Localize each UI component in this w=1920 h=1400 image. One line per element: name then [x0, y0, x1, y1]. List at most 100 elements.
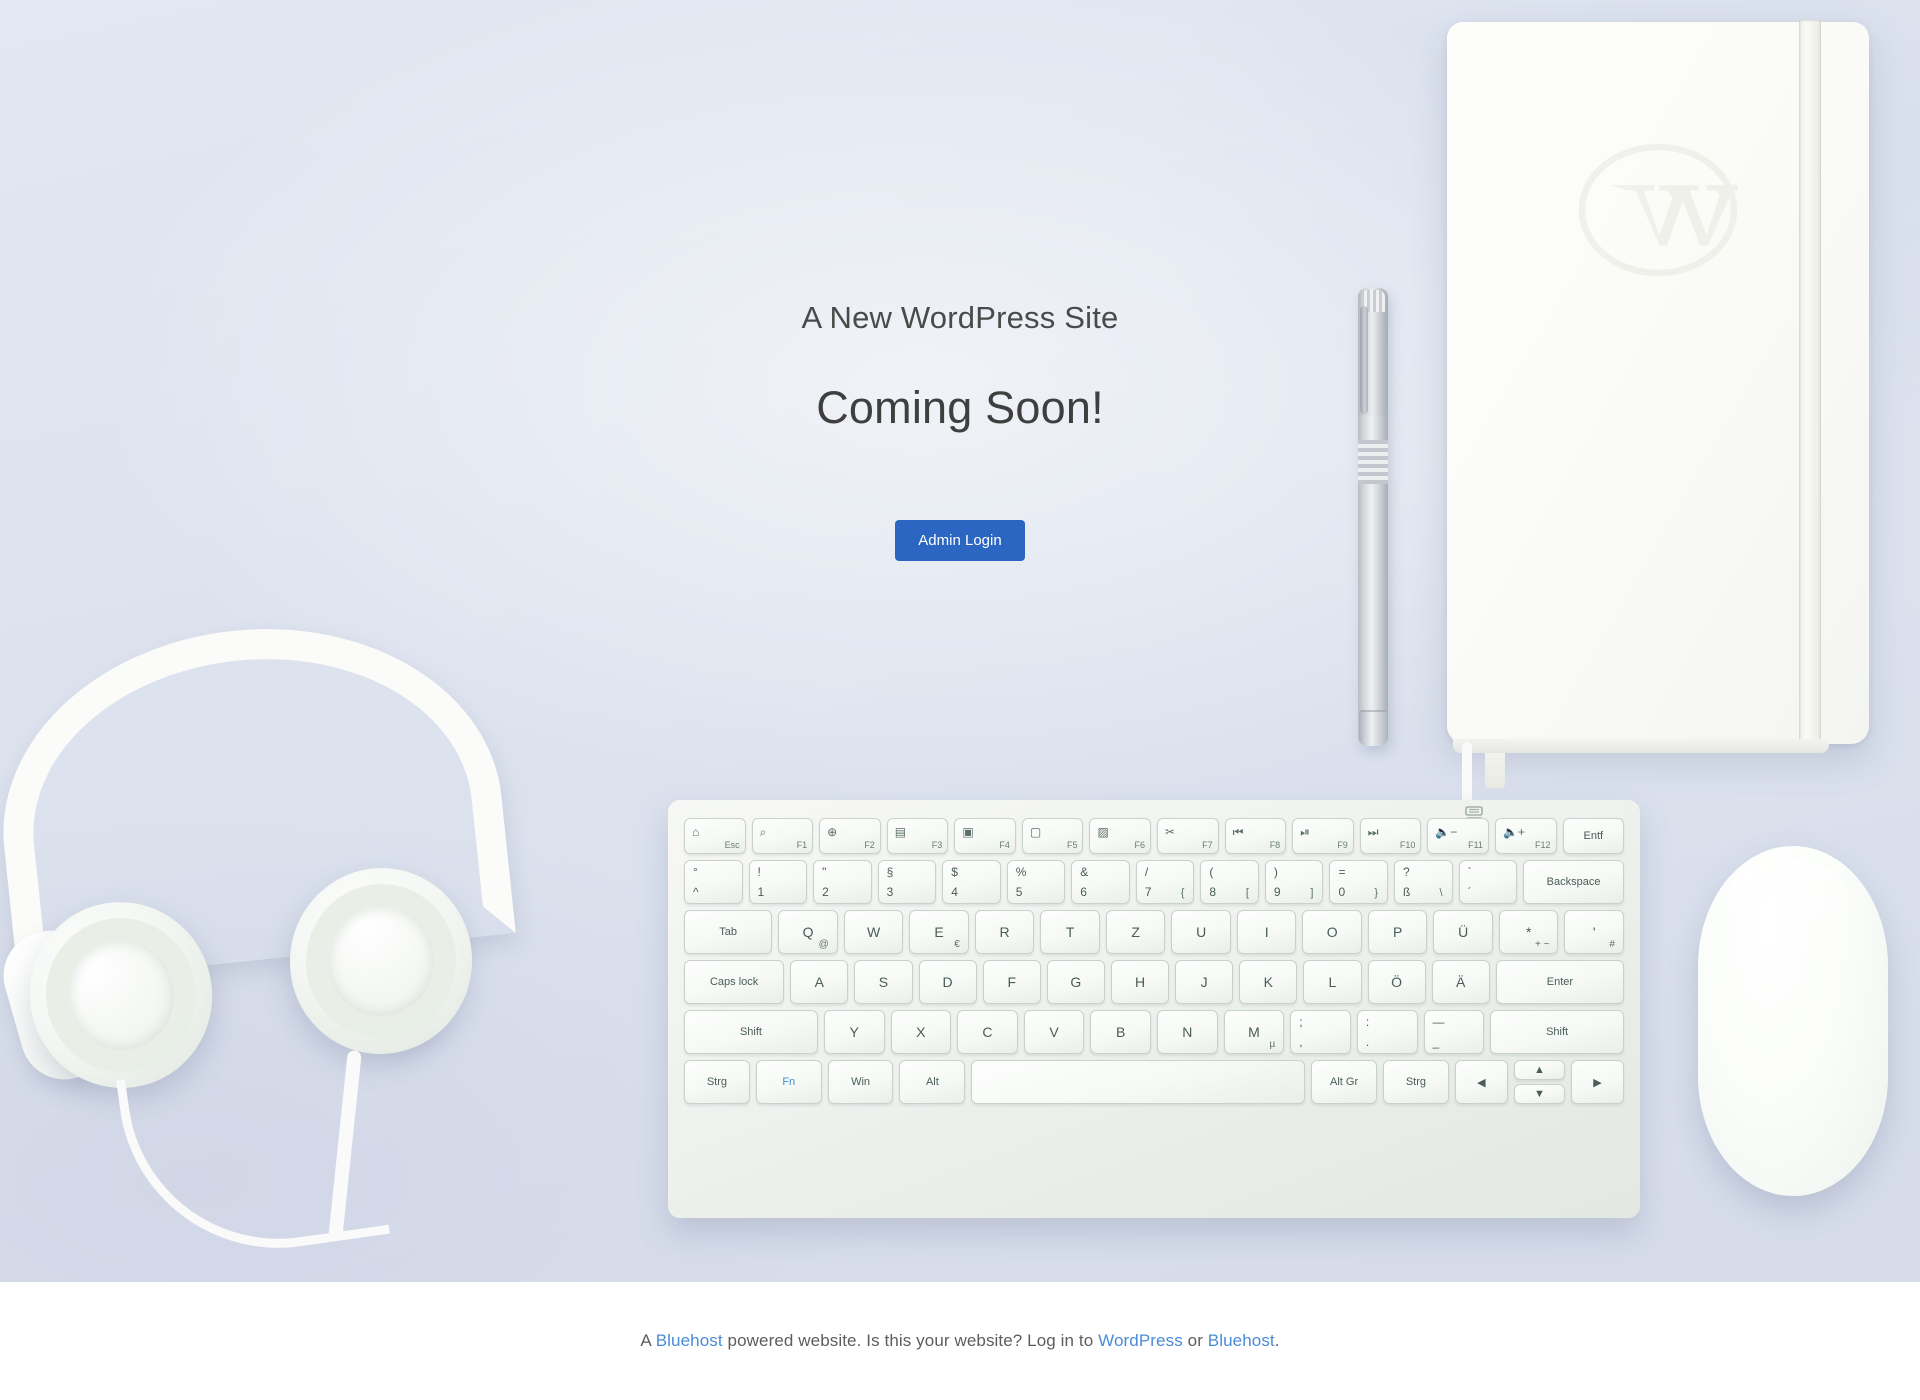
key-f8[interactable]: ⏮ F8: [1224, 818, 1287, 854]
key-strg-right[interactable]: Strg: [1383, 1060, 1449, 1104]
key-m[interactable]: M µ: [1223, 1010, 1285, 1054]
key-arrow-right[interactable]: ▶: [1570, 1060, 1625, 1104]
key-j[interactable]: J: [1175, 960, 1234, 1004]
key-f9[interactable]: ⏯ F9: [1292, 818, 1354, 854]
key-f11[interactable]: 🔈− F11: [1427, 818, 1489, 854]
key-o[interactable]: O: [1302, 910, 1362, 954]
key-l[interactable]: L: [1303, 960, 1362, 1004]
key-label: T: [1065, 924, 1075, 940]
footer-link-bluehost-1[interactable]: Bluehost: [656, 1331, 723, 1350]
key-f6[interactable]: ▨ F6: [1089, 818, 1152, 854]
key-8[interactable]: ( 8 [: [1200, 860, 1259, 904]
key-v[interactable]: V: [1023, 1010, 1085, 1054]
footer-suffix: .: [1274, 1331, 1280, 1350]
key-9[interactable]: ) 9 ]: [1264, 860, 1324, 904]
keyboard-home-row: Caps lock A S D F G H J K L Ö Ä Enter: [684, 960, 1625, 1004]
key-5[interactable]: % 5: [1006, 860, 1066, 904]
key-alt-gr[interactable]: Alt Gr: [1311, 1060, 1378, 1104]
footer-link-bluehost-2[interactable]: Bluehost: [1208, 1331, 1275, 1350]
key-d[interactable]: D: [918, 960, 977, 1004]
key-label: Alt: [925, 1076, 939, 1088]
key-r[interactable]: R: [974, 910, 1035, 954]
key-f5[interactable]: ▢ F5: [1021, 818, 1084, 854]
key-altgr-label: [: [1245, 887, 1249, 899]
key-top-label: —: [1432, 1015, 1445, 1029]
key-x[interactable]: X: [890, 1010, 952, 1054]
key-label: H: [1134, 974, 1146, 990]
key-arrow-down[interactable]: ▼: [1513, 1084, 1565, 1104]
key-a[interactable]: A: [790, 960, 849, 1004]
key-period[interactable]: : .: [1356, 1010, 1418, 1054]
key-bottom-label: 8: [1209, 885, 1217, 899]
key-h[interactable]: H: [1110, 960, 1170, 1004]
key-strg-left[interactable]: Strg: [684, 1060, 750, 1104]
key-bottom-label: 6: [1080, 885, 1087, 899]
key-f1[interactable]: ⌕ F1: [751, 818, 814, 854]
keyboard-function-row: ⌂ Esc ⌕ F1 ⊕ F2 ▤ F3 ▣ F4 ▢ F5 ▨ F6 ✂ F7…: [684, 818, 1625, 854]
notebook-bookmark: [1485, 740, 1505, 788]
key-aumlaut[interactable]: Ä: [1431, 960, 1490, 1004]
key-shift-right[interactable]: Shift: [1490, 1010, 1625, 1054]
key-f7[interactable]: ✂ F7: [1157, 818, 1219, 854]
key-4[interactable]: $ 4: [942, 860, 1001, 904]
key-b[interactable]: B: [1090, 1010, 1152, 1054]
key-f2[interactable]: ⊕ F2: [819, 818, 881, 854]
key-s[interactable]: S: [854, 960, 913, 1004]
key-label: R: [999, 924, 1010, 940]
key-comma[interactable]: ; ,: [1290, 1010, 1351, 1054]
keyboard-shift-row: Shift Y X C V B N M µ ; , : . — _ Shift: [684, 1010, 1625, 1054]
key-alt[interactable]: Alt: [899, 1060, 966, 1104]
key-f4[interactable]: ▣ F4: [954, 818, 1016, 854]
key-f10[interactable]: ⏭ F10: [1359, 818, 1422, 854]
key-fn[interactable]: Fn: [755, 1060, 822, 1104]
key-u[interactable]: U: [1171, 910, 1231, 954]
key-0[interactable]: = 0 }: [1329, 860, 1389, 904]
key-q[interactable]: Q @: [778, 910, 838, 954]
key-label: Fn: [782, 1076, 796, 1088]
key-7[interactable]: / 7 {: [1135, 860, 1195, 904]
key-f12[interactable]: 🔈+ F12: [1494, 818, 1557, 854]
key-arrow-up[interactable]: ▲: [1513, 1060, 1565, 1080]
key-backspace[interactable]: Backspace: [1523, 860, 1625, 904]
key-entf[interactable]: Entf: [1562, 818, 1625, 854]
key-z[interactable]: Z: [1105, 910, 1166, 954]
key-c[interactable]: C: [957, 1010, 1018, 1054]
key-tab[interactable]: Tab: [684, 910, 773, 954]
key-acute[interactable]: ` ´: [1458, 860, 1518, 904]
key-enter[interactable]: Enter: [1495, 960, 1625, 1004]
key-k[interactable]: K: [1239, 960, 1298, 1004]
key-f3[interactable]: ▤ F3: [886, 818, 949, 854]
key-label: F11: [1468, 840, 1483, 850]
key-space[interactable]: [971, 1060, 1306, 1104]
key-w[interactable]: W: [843, 910, 904, 954]
key-3[interactable]: § 3: [877, 860, 937, 904]
key-y[interactable]: Y: [823, 1010, 885, 1054]
key-esc[interactable]: ⌂ Esc: [684, 818, 746, 854]
key-caps-lock[interactable]: Caps lock: [684, 960, 785, 1004]
key-eszett[interactable]: ? ß \: [1394, 860, 1453, 904]
pen-tip: [1359, 710, 1387, 746]
key-uumlaut[interactable]: Ü: [1433, 910, 1493, 954]
key-dash[interactable]: — _: [1423, 1010, 1485, 1054]
key-plus[interactable]: * + ~: [1498, 910, 1559, 954]
key-1[interactable]: ! 1: [748, 860, 808, 904]
key-f[interactable]: F: [982, 960, 1041, 1004]
key-i[interactable]: I: [1236, 910, 1297, 954]
key-6[interactable]: & 6: [1071, 860, 1130, 904]
key-e[interactable]: E €: [909, 910, 969, 954]
key-oumlaut[interactable]: Ö: [1367, 960, 1426, 1004]
arrow-left-icon: ◀: [1477, 1076, 1486, 1089]
key-circ[interactable]: ° ^: [684, 860, 743, 904]
admin-login-button[interactable]: Admin Login: [895, 520, 1025, 561]
key-g[interactable]: G: [1046, 960, 1105, 1004]
key-p[interactable]: P: [1367, 910, 1428, 954]
key-t[interactable]: T: [1040, 910, 1100, 954]
key-arrow-left[interactable]: ◀: [1454, 1060, 1508, 1104]
key-label: F2: [864, 840, 875, 850]
key-win[interactable]: Win: [827, 1060, 894, 1104]
key-2[interactable]: " 2: [813, 860, 872, 904]
key-hash[interactable]: ' #: [1564, 910, 1624, 954]
key-n[interactable]: N: [1157, 1010, 1218, 1054]
footer-link-wordpress[interactable]: WordPress: [1098, 1331, 1183, 1350]
key-shift-left[interactable]: Shift: [684, 1010, 818, 1054]
